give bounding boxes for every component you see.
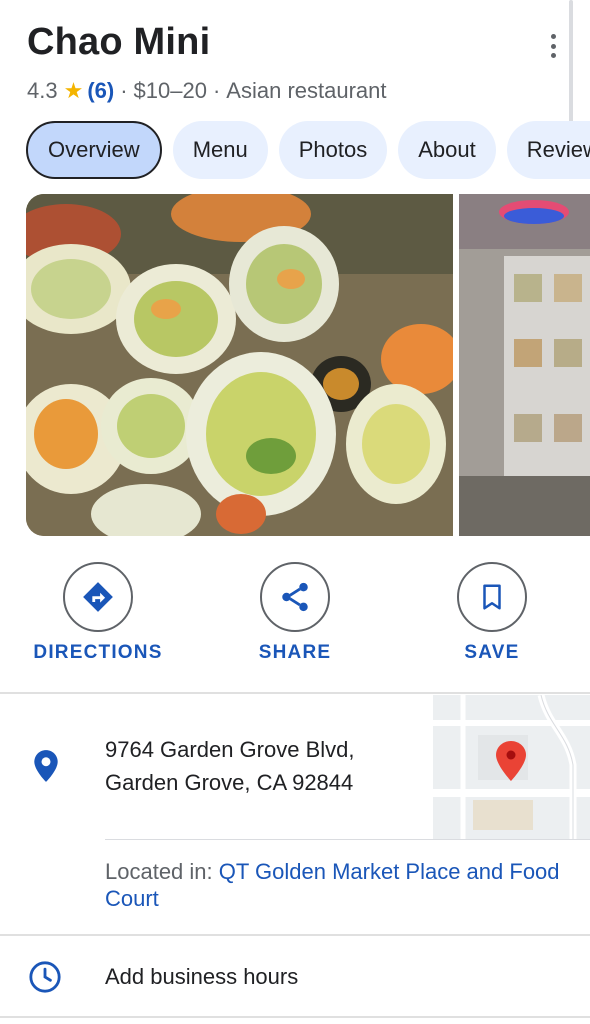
tab-menu[interactable]: Menu <box>172 121 268 179</box>
separator: · <box>212 78 221 103</box>
tab-photos[interactable]: Photos <box>278 121 388 179</box>
section-divider <box>0 692 590 694</box>
address-line1: 9764 Garden Grove Blvd, <box>105 737 355 762</box>
save-label: SAVE <box>464 642 520 663</box>
tab-bar: Overview Menu Photos About Reviews <box>26 121 590 179</box>
located-in-prefix: Located in: <box>105 859 219 884</box>
tab-reviews[interactable]: Reviews <box>506 121 590 179</box>
directions-label: DIRECTIONS <box>33 642 163 663</box>
share-button[interactable]: SHARE <box>220 562 370 664</box>
place-details-sheet: Chao Mini 4.3 ★ (6) · $10–20 · Asian res… <box>0 0 590 1024</box>
price-range: $10–20 <box>133 78 207 103</box>
separator: · <box>120 78 128 103</box>
review-count-link[interactable]: (6) <box>87 78 114 104</box>
address-row[interactable]: 9764 Garden Grove Blvd, Garden Grove, CA… <box>0 695 590 935</box>
storefront-photo[interactable] <box>459 194 590 536</box>
business-hours-row[interactable]: Add business hours <box>0 936 590 1018</box>
add-business-hours-label: Add business hours <box>105 964 299 989</box>
share-label: SHARE <box>258 642 332 663</box>
place-header: Chao Mini <box>27 20 590 64</box>
share-icon <box>260 562 330 632</box>
food-photo[interactable] <box>26 194 453 536</box>
photo-carousel[interactable] <box>26 194 590 536</box>
place-title: Chao Mini <box>27 21 211 63</box>
action-row: DIRECTIONS SHARE SAVE <box>0 562 590 664</box>
clock-icon <box>28 960 62 999</box>
directions-icon <box>63 562 133 632</box>
category-label: Asian restaurant <box>226 78 387 103</box>
rating-row: 4.3 ★ (6) · $10–20 · Asian restaurant <box>27 78 387 104</box>
address-line2: Garden Grove, CA 92844 <box>105 770 354 795</box>
section-divider <box>0 1016 590 1018</box>
save-button[interactable]: SAVE <box>417 562 567 664</box>
mini-map[interactable] <box>433 695 590 839</box>
tab-overview[interactable]: Overview <box>26 121 162 179</box>
more-vert-icon[interactable] <box>543 34 563 58</box>
rating-value: 4.3 <box>27 78 58 103</box>
directions-button[interactable]: DIRECTIONS <box>23 562 173 664</box>
star-icon: ★ <box>63 78 84 103</box>
location-pin-icon <box>33 749 59 788</box>
address-text[interactable]: 9764 Garden Grove Blvd, Garden Grove, CA… <box>105 733 354 799</box>
located-in: Located in: QT Golden Market Place and F… <box>105 858 575 912</box>
row-divider <box>105 839 590 840</box>
bookmark-icon <box>457 562 527 632</box>
tab-about[interactable]: About <box>398 121 496 179</box>
